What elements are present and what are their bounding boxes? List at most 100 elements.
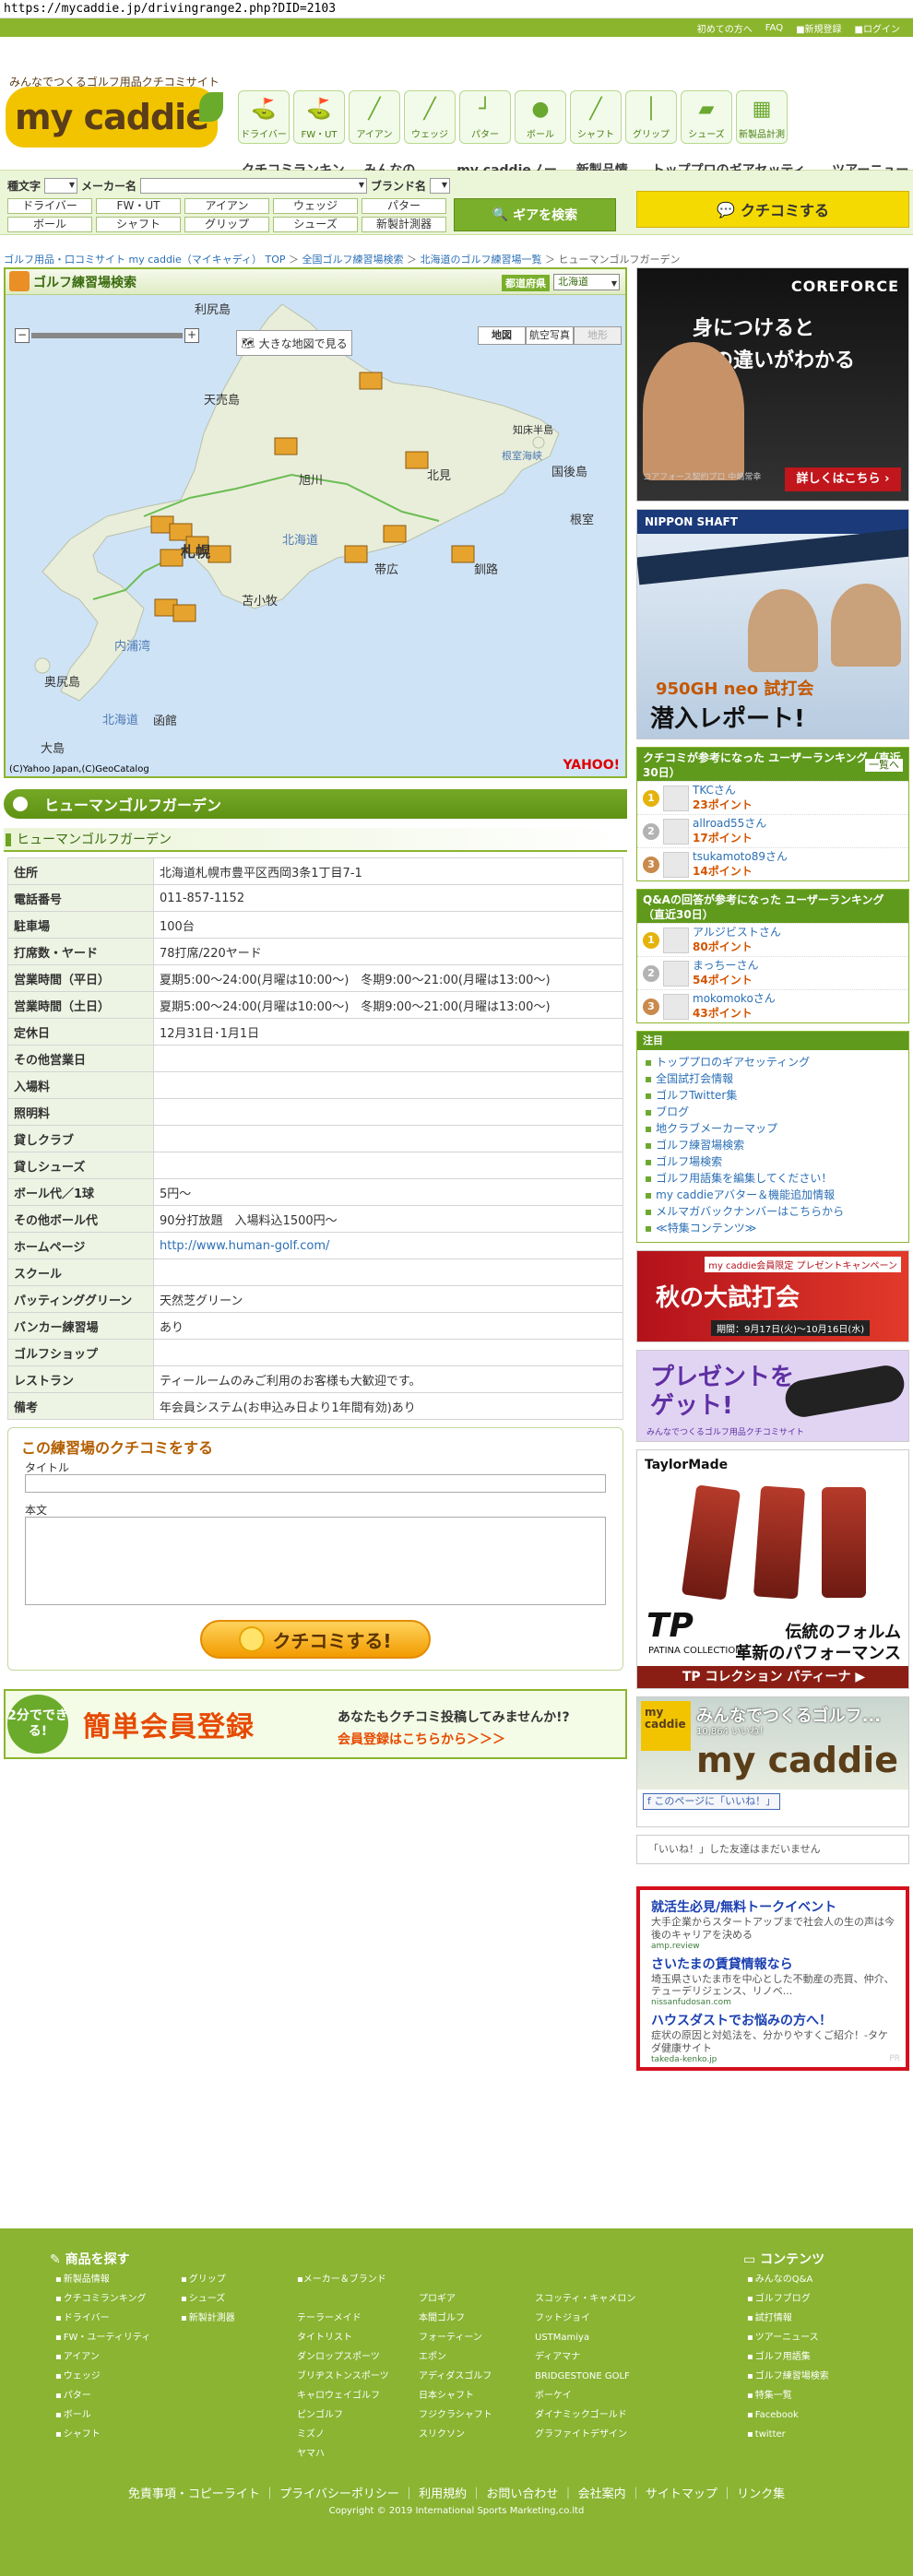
search-btn-measure[interactable]: 新製計測器 <box>362 217 446 232</box>
footer-link[interactable]: グリップ <box>181 2270 235 2289</box>
footer-link[interactable]: 新製計測器 <box>181 2309 235 2328</box>
footer-link[interactable]: アイアン <box>55 2347 150 2367</box>
map-type-terrain[interactable]: 地形 <box>574 326 622 345</box>
footer-links[interactable]: 免責事項・コピーライト ｜ プライバシーポリシー ｜ 利用規約 ｜ お問い合わせ… <box>0 2484 913 2501</box>
footer-link[interactable]: アディダスゴルフ <box>417 2367 492 2386</box>
search-btn-ball[interactable]: ボール <box>7 217 92 232</box>
footer-link[interactable]: 新製品情報 <box>55 2270 150 2289</box>
category-shoes[interactable]: ▰ シューズ <box>681 90 732 144</box>
ad-present[interactable]: プレゼントを ゲット! みんなでつくるゴルフ用品クチコミサイト <box>636 1350 909 1442</box>
top-link-faq[interactable]: FAQ <box>765 23 783 33</box>
brand-select[interactable] <box>430 178 451 194</box>
attention-link[interactable]: ≪特集コンテンツ≫ <box>645 1220 901 1236</box>
ad-taylormade[interactable]: TaylorMade TP PATINA COLLECTION 伝統のフォルム革… <box>636 1449 909 1689</box>
text-ad[interactable]: ハウスダストでお悩みの方へ！ 症状の原因と対処法を、分かりやすくご紹介！-タケダ健… <box>651 2011 895 2064</box>
ranking-user-name[interactable]: アルジビストさん <box>693 926 781 940</box>
footer-link[interactable]: ダイナミックゴールド <box>533 2405 635 2425</box>
range-marker[interactable] <box>344 545 368 563</box>
attention-link[interactable]: ゴルフ場検索 <box>645 1153 901 1170</box>
footer-link[interactable]: ゴルフブログ <box>747 2289 829 2309</box>
map-type-map[interactable]: 地図 <box>478 326 526 345</box>
range-marker[interactable] <box>383 525 407 543</box>
category-shaft[interactable]: ╱ シャフト <box>570 90 622 144</box>
zoom-in-button[interactable]: + <box>184 328 199 343</box>
browser-url[interactable]: https://mycaddie.jp/drivingrange2.php?DI… <box>0 0 913 18</box>
review-body-textarea[interactable] <box>25 1517 606 1605</box>
search-btn-shaft[interactable]: シャフト <box>96 217 181 232</box>
footer-link[interactable]: ツアーニュース <box>747 2328 829 2347</box>
footer-link[interactable]: テーラーメイド <box>295 2309 389 2328</box>
site-logo[interactable]: my caddie <box>6 87 223 148</box>
text-ad[interactable]: 就活生必見/無料トークイベント 大手企業からスタートアップまで社会人の生の声は今後… <box>651 1897 895 1951</box>
ranking-user-name[interactable]: tsukamoto89さん <box>693 850 788 865</box>
search-btn-putter[interactable]: パター <box>362 198 446 214</box>
attention-link[interactable]: my caddieアバター＆機能追加情報 <box>645 1187 901 1203</box>
footer-link[interactable]: スリクソン <box>417 2425 492 2444</box>
top-link-first-time[interactable]: 初めての方へ <box>697 21 753 35</box>
category-ball[interactable]: ● ボール <box>515 90 566 144</box>
footer-link[interactable]: シューズ <box>181 2289 235 2309</box>
map-canvas[interactable]: 利尻島 天売島 旭川 北見 根室海峡 国後島 知床半島 北海道 根室 帯広 釧路… <box>6 295 625 776</box>
review-submit-button[interactable]: クチコミする! <box>200 1620 431 1659</box>
gear-search-button[interactable]: 🔍 ギアを検索 <box>454 198 616 231</box>
range-marker[interactable] <box>451 545 475 563</box>
ranking-user-name[interactable]: mokomokoさん <box>693 992 776 1007</box>
range-marker[interactable] <box>208 545 231 563</box>
attention-link[interactable]: ゴルフ用語集を編集してください！ <box>645 1170 901 1187</box>
footer-link[interactable]: フットジョイ <box>533 2309 635 2328</box>
big-map-button[interactable]: 🗺 大きな地図で見る <box>236 330 352 356</box>
attention-link[interactable]: メルマガバックナンバーはこちらから <box>645 1203 901 1220</box>
map-type-aerial[interactable]: 航空写真 <box>526 326 574 345</box>
ranking-item[interactable]: 1 アルジビストさん 80ポイント <box>637 923 908 956</box>
footer-link[interactable]: ブリヂストンスポーツ <box>295 2367 389 2386</box>
category-grip[interactable]: │ グリップ <box>625 90 677 144</box>
footer-link[interactable]: ボール <box>55 2405 150 2425</box>
breadcrumb-hokkaido[interactable]: 北海道のゴルフ練習場一覧 <box>421 254 542 266</box>
category-driver[interactable]: ⛳ ドライバー <box>238 90 290 144</box>
footer-link[interactable]: ダンロップスポーツ <box>295 2347 389 2367</box>
footer-link[interactable]: エポン <box>417 2347 492 2367</box>
category-fw-ut[interactable]: ⛳ FW・UT <box>293 90 345 144</box>
footer-link[interactable]: みんなのQ&A <box>747 2270 829 2289</box>
ad-autumn-trial[interactable]: my caddie会員限定 プレゼントキャンペーン 秋の大試打会 期間：9月17… <box>636 1250 909 1342</box>
ranking-item[interactable]: 3 mokomokoさん 43ポイント <box>637 989 908 1022</box>
footer-link[interactable]: フジクラシャフト <box>417 2405 492 2425</box>
search-btn-grip[interactable]: グリップ <box>184 217 269 232</box>
ad-choice-icon[interactable]: PR <box>889 2054 900 2063</box>
footer-link[interactable]: タイトリスト <box>295 2328 389 2347</box>
search-btn-driver[interactable]: ドライバー <box>7 198 92 214</box>
attention-link[interactable]: 地クラブメーカーマップ <box>645 1120 901 1137</box>
ad-nippon-shaft[interactable]: NIPPON SHAFT 950GH neo 試打会 潜入レポート! <box>636 509 909 739</box>
ad-coreforce[interactable]: COREFORCE 身につけると その違いがわかる コアフォース契約プロ 中嶋常幸… <box>636 267 909 502</box>
footer-link[interactable]: ゴルフ練習場検索 <box>747 2367 829 2386</box>
homepage-link[interactable]: http://www.human-golf.com/ <box>153 1232 623 1259</box>
footer-link[interactable]: FW・ユーティリティ <box>55 2328 150 2347</box>
search-btn-iron[interactable]: アイアン <box>184 198 269 214</box>
footer-link[interactable]: 本間ゴルフ <box>417 2309 492 2328</box>
register-banner[interactable]: 2分でできる! 簡単会員登録 あなたもクチコミ投稿してみませんか!? 会員登録は… <box>4 1689 627 1759</box>
footer-link[interactable]: パター <box>55 2386 150 2405</box>
attention-link[interactable]: ゴルフ練習場検索 <box>645 1137 901 1153</box>
footer-link[interactable]: ヤマハ <box>295 2444 389 2464</box>
top-link-login[interactable]: ■ログイン <box>855 21 900 35</box>
pref-select[interactable]: 北海道 <box>553 274 620 291</box>
coreforce-detail-button[interactable]: 詳しくはこちら › <box>785 467 901 491</box>
range-marker[interactable] <box>405 451 429 469</box>
ranking-item[interactable]: 3 tsukamoto89さん 14ポイント <box>637 847 908 880</box>
footer-link[interactable]: 日本シャフト <box>417 2386 492 2405</box>
top-link-register[interactable]: ■新規登録 <box>796 21 841 35</box>
ranking-user-name[interactable]: allroad55さん <box>693 817 766 832</box>
search-btn-wedge[interactable]: ウェッジ <box>273 198 358 214</box>
category-measure[interactable]: ▦ 新製品計測 <box>736 90 788 144</box>
facebook-like-button[interactable]: f このページに「いいね！」 <box>643 1793 781 1810</box>
breadcrumb-range-search[interactable]: 全国ゴルフ練習場検索 <box>302 254 404 266</box>
range-marker[interactable] <box>160 549 184 567</box>
ranking-item[interactable]: 2 まっちーさん 54ポイント <box>637 956 908 989</box>
footer-link[interactable]: クチコミランキング <box>55 2289 150 2309</box>
type-select[interactable] <box>44 178 78 194</box>
footer-link[interactable]: USTMamiya <box>533 2328 635 2347</box>
ranking-user-name[interactable]: TKCさん <box>693 784 753 798</box>
category-putter[interactable]: ┘ パター <box>459 90 511 144</box>
ranking-item[interactable]: 2 allroad55さん 17ポイント <box>637 814 908 847</box>
ranking-item[interactable]: 1 TKCさん 23ポイント <box>637 781 908 814</box>
